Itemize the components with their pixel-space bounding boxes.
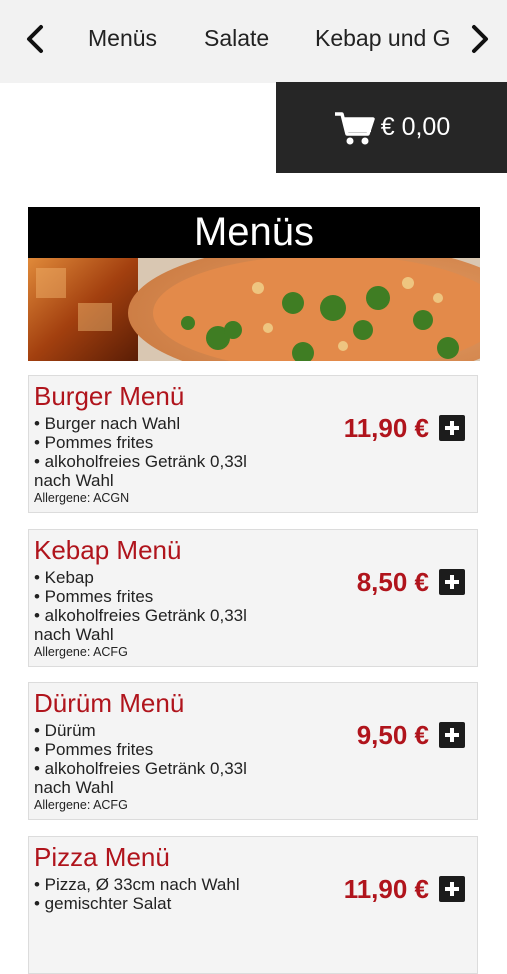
item-desc-line: • Pizza, Ø 33cm nach Wahl — [34, 875, 240, 894]
nav-prev-button[interactable] — [20, 22, 50, 56]
shopping-cart-icon — [334, 111, 375, 144]
nav-strip: Menüs Salate Kebap und G — [62, 0, 467, 83]
item-desc-line: • alkoholfreies Getränk 0,33l — [34, 452, 247, 471]
item-description: • Pizza, Ø 33cm nach Wahl • gemischter S… — [34, 875, 284, 913]
item-price: 11,90 € — [343, 413, 429, 443]
item-title: Kebap Menü — [34, 535, 182, 565]
menu-item-pizza: Pizza Menü • Pizza, Ø 33cm nach Wahl • g… — [28, 836, 478, 974]
item-desc-line: • gemischter Salat — [34, 894, 172, 913]
category-title: Menüs — [28, 207, 480, 258]
item-desc-line: • alkoholfreies Getränk 0,33l — [34, 606, 247, 625]
item-price: 8,50 € — [356, 567, 429, 597]
category-nav: Menüs Salate Kebap und G — [0, 0, 507, 83]
item-description: • Kebap • Pommes frites • alkoholfreies … — [34, 568, 284, 644]
cart-button[interactable]: € 0,00 — [276, 82, 507, 173]
item-desc-line: • alkoholfreies Getränk 0,33l — [34, 759, 247, 778]
item-desc-line: • Pommes frites — [34, 587, 154, 606]
item-desc-line: nach Wahl — [34, 625, 114, 644]
add-to-cart-button[interactable] — [439, 415, 465, 441]
item-desc-line: nach Wahl — [34, 471, 114, 490]
item-desc-line: • Burger nach Wahl — [34, 414, 181, 433]
menu-item-duerum: Dürüm Menü • Dürüm • Pommes frites • alk… — [28, 682, 478, 820]
menu-item-burger: Burger Menü • Burger nach Wahl • Pommes … — [28, 375, 478, 513]
add-to-cart-button[interactable] — [439, 722, 465, 748]
item-desc-line: • Dürüm — [34, 721, 96, 740]
item-desc-line: • Pommes frites — [34, 433, 154, 452]
item-description: • Dürüm • Pommes frites • alkoholfreies … — [34, 721, 284, 797]
item-title: Dürüm Menü — [34, 688, 185, 718]
item-allergens: Allergene: ACFG — [34, 645, 128, 659]
chevron-left-icon — [27, 25, 43, 53]
item-desc-line: nach Wahl — [34, 778, 114, 797]
item-description: • Burger nach Wahl • Pommes frites • alk… — [34, 414, 284, 490]
cart-total: € 0,00 — [380, 113, 451, 141]
item-desc-line: • Pommes frites — [34, 740, 154, 759]
nav-next-button[interactable] — [465, 22, 495, 56]
add-to-cart-button[interactable] — [439, 569, 465, 595]
add-to-cart-button[interactable] — [439, 876, 465, 902]
category-banner-image — [28, 258, 480, 361]
item-allergens: Allergene: ACGN — [34, 491, 130, 505]
item-price: 11,90 € — [343, 874, 429, 904]
item-price: 9,50 € — [356, 720, 429, 750]
nav-item-menues[interactable]: Menüs — [88, 22, 157, 54]
nav-item-kebap[interactable]: Kebap und G — [315, 22, 451, 54]
item-title: Pizza Menü — [34, 842, 170, 872]
item-desc-line: • Kebap — [34, 568, 94, 587]
chevron-right-icon — [472, 25, 488, 53]
item-allergens: Allergene: ACFG — [34, 798, 128, 812]
menu-item-kebap: Kebap Menü • Kebap • Pommes frites • alk… — [28, 529, 478, 667]
nav-item-salate[interactable]: Salate — [204, 22, 269, 54]
item-title: Burger Menü — [34, 381, 185, 411]
